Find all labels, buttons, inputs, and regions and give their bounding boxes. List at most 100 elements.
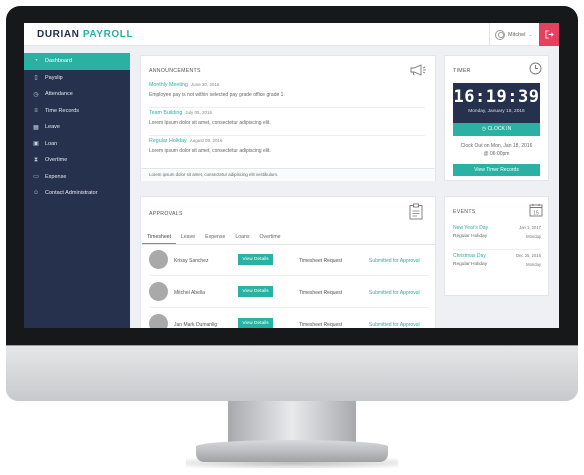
clock-in-button[interactable]: ◷ CLOCK IN [453,123,540,136]
calendar-day-label: 15 [533,210,539,216]
avatar [149,282,168,301]
calendar-icon: ▦ [33,124,39,131]
announcement-item[interactable]: Monthly Meeting June 30, 2016 Employee pa… [149,82,425,108]
announcement-text: Employee pay is not within selected pay … [149,92,285,98]
event-subtitle: Regular Holiday [453,262,488,267]
announcement-date: July 05, 2016 [185,110,213,115]
event-item[interactable]: New Year's Day Regular Holiday Jan 1, 20… [453,223,541,250]
announcement-title: Monthly Meeting [149,82,188,88]
user-name: Mitchel [508,31,526,38]
event-subtitle: Regular Holiday [453,234,488,239]
announcements-title: ANNOUNCEMENTS [149,68,201,74]
event-date: Jan 1, 2017 [519,225,541,230]
megaphone-icon [410,64,426,76]
announcement-item[interactable]: Team Building July 05, 2016 Lorem ipsum d… [149,110,425,136]
clock-icon [529,62,542,75]
clock-in-label: CLOCK IN [487,126,512,132]
user-icon: ☺ [32,190,40,197]
chevron-down-icon: ⌄ [528,31,533,38]
top-bar: DURIAN PAYROLL Mitchel ⌄ [24,23,559,46]
tab-expense[interactable]: Expense [200,231,230,244]
clock-out-line2: @ 06:00pm [483,151,510,157]
approval-name: Mitchel Abella [174,290,205,296]
events-title: EVENTS [453,209,476,215]
announcement-title: Regular Holiday [149,138,187,144]
sidebar-item-attendance[interactable]: ◷ Attendance [24,86,130,103]
announcements-footer: Lorem ipsum dolor sit amet, consectetur … [141,168,435,181]
announcements-panel: ANNOUNCEMENTS Monthly Meeting June 30, 20… [140,55,436,181]
approval-type: Timesheet Request [299,322,343,328]
user-menu[interactable]: Mitchel ⌄ [489,23,539,46]
user-avatar-icon [495,29,505,40]
tab-leave[interactable]: Leave [176,231,200,244]
announcement-text: Lorem ipsum dolor sit amet, consectetur … [149,120,271,126]
sidebar-item-overtime[interactable]: ⧗ Overtime [24,152,130,169]
tab-loans[interactable]: Loans [230,231,254,244]
app-logo[interactable]: DURIAN PAYROLL [37,29,133,40]
view-details-button[interactable]: View Details [238,286,273,297]
logo-text-durian: DURIAN [37,29,83,40]
approval-status: Submitted for Approval [369,290,420,296]
sidebar-item-time-records[interactable]: ≡ Time Records [24,103,130,120]
app-screen: DURIAN PAYROLL Mitchel ⌄ ◔ Dashboard ▯ Pay… [24,23,559,328]
clock-icon: ◷ [33,91,39,98]
event-date: Dec 25, 2016 [516,253,541,258]
tab-overtime[interactable]: Overtime [255,231,286,244]
sidebar-item-contact-administrator[interactable]: ☺ Contact Administrator [24,185,130,202]
sidebar-item-label: Expense [45,173,67,180]
logout-button[interactable] [539,23,559,46]
view-details-button[interactable]: View Details [238,318,273,328]
timer-title: TIMER [453,68,471,74]
sidebar-item-label: Attendance [45,91,73,98]
event-item[interactable]: Christmas Day Regular Holiday Dec 25, 20… [453,251,541,278]
events-panel: EVENTS 15 New Year's Day Regular Holiday… [444,196,549,296]
tab-timesheet[interactable]: Timesheet [142,231,177,244]
view-details-button[interactable]: View Details [238,254,273,265]
announcement-date: August 09, 2016 [189,138,223,143]
sidebar-item-label: Overtime [45,157,68,164]
money-icon: ▣ [33,141,39,148]
event-day: Monday [526,262,541,267]
avatar [149,250,168,269]
approvals-panel: APPROVALS Timesheet Leave Expense Loans … [140,196,436,328]
approvals-tabs: Timesheet Leave Expense Loans Overtime [142,231,435,245]
calendar-icon: 15 [529,203,543,217]
clock-time: 16:19:39 [453,87,540,107]
avatar [149,314,168,328]
announcement-item[interactable]: Regular Holiday August 09, 2016 Lorem ips… [149,138,425,164]
sidebar-item-loan[interactable]: ▣ Loan [24,136,130,153]
table-row: Mitchel Abella View Details Timesheet Re… [149,278,429,308]
event-day: Monday [526,234,541,239]
clock-out-info: Clock Out on Mon, Jan 18, 2016 @ 06:00pm [453,142,540,158]
sidebar: ◔ Dashboard ▯ Payslip ◷ Attendance ≡ Time Re… [24,53,130,328]
view-timer-records-button[interactable]: View Timer Records [453,164,540,176]
credit-card-icon: ▭ [33,174,39,181]
approval-type: Timesheet Request [299,258,343,264]
announcement-date: June 30, 2016 [190,82,220,87]
list-icon: ≡ [34,107,38,114]
approval-status: Submitted for Approval [369,322,420,328]
monitor-stand-base [196,440,388,462]
table-row: Jan Mark Dumanlig View Details Timesheet… [149,310,429,328]
sidebar-item-dashboard[interactable]: ◔ Dashboard [24,53,130,70]
document-icon: ▯ [34,75,38,82]
sidebar-item-payslip[interactable]: ▯ Payslip [24,70,130,87]
sidebar-item-label: Payslip [45,74,63,81]
approvals-title: APPROVALS [149,211,183,217]
event-title: New Year's Day [453,225,489,231]
sidebar-item-label: Time Records [45,107,80,114]
monitor-chin [6,345,578,401]
hourglass-icon: ⧗ [33,156,39,163]
sidebar-item-label: Dashboard [45,58,72,65]
clipboard-icon [409,203,423,220]
sidebar-item-expense[interactable]: ▭ Expense [24,169,130,186]
sidebar-item-label: Loan [45,140,58,147]
sidebar-item-leave[interactable]: ▦ Leave [24,119,130,136]
approval-name: Jan Mark Dumanlig [174,322,218,328]
approval-type: Timesheet Request [299,290,343,296]
clock-date: Monday, January 18, 2016 [468,109,525,114]
approval-name: Krissy Sanchez [174,258,209,264]
logout-icon [544,30,554,39]
announcement-title: Team Building [149,110,183,116]
clock-display: 16:19:39 Monday, January 18, 2016 [453,83,540,123]
